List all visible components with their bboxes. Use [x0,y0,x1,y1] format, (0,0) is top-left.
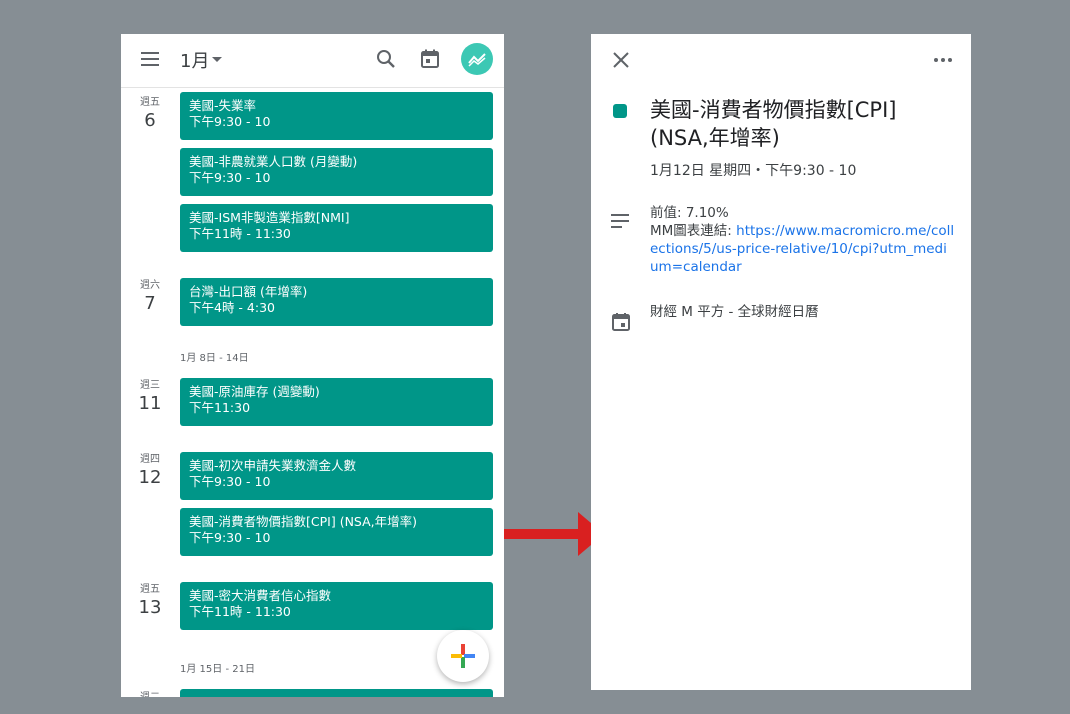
event-time: 下午4時 - 4:30 [189,300,275,315]
event-time: 下午9:30 - 10 [189,530,271,545]
calendar-name: 財經 M 平方 - 全球財經日曆 [650,304,819,320]
event-chip[interactable]: 美國-失業率 下午9:30 - 10 [180,92,493,140]
day-label: 週五 6 [129,93,171,131]
event-color-swatch [613,104,627,118]
day-of-week: 週五 [140,584,160,595]
day-of-week: 週二 [129,688,171,697]
search-icon[interactable] [374,47,398,71]
event-detail-datetime: 1月12日 星期四・下午9:30 - 10 [650,163,857,179]
event-chip[interactable]: 美國-非農就業人口數 (月變動) 下午9:30 - 10 [180,148,493,196]
event-time: 下午11:30 [189,400,251,415]
event-title: 美國-非農就業人口數 (月變動) [189,154,358,169]
event-detail-title: 美國-消費者物價指數[CPI] (NSA,年增率) [650,98,897,150]
day-number: 6 [144,110,156,131]
add-plus-icon [451,644,475,668]
event-time: 下午11時 - 11:30 [189,226,291,241]
event-chip[interactable]: 美國-密大消費者信心指數 下午11時 - 11:30 [180,582,493,630]
link-label: MM圖表連結: [650,223,737,239]
event-chip-selected[interactable]: 美國-消費者物價指數[CPI] (NSA,年增率) 下午9:30 - 10 [180,508,493,556]
calendar-today-icon[interactable] [418,47,442,71]
event-title: 美國-ISM非製造業指數[NMI] [189,210,350,225]
notes-icon [611,214,629,228]
event-title: 美國-消費者物價指數[CPI] (NSA,年增率) [189,514,417,529]
hamburger-icon[interactable] [141,52,159,66]
previous-value: 前值: 7.10% [650,205,729,221]
chevron-down-icon[interactable] [212,57,222,62]
chart-avatar-icon [468,53,486,67]
event-title: 美國-失業率 [189,98,257,113]
event-chip[interactable]: 美國-ISM非製造業指數[NMI] 下午11時 - 11:30 [180,204,493,252]
day-of-week: 週六 [140,280,160,291]
event-description: 前值: 7.10% MM圖表連結: https://www.macromicro… [650,204,955,276]
month-selector[interactable]: 1月 [180,47,209,73]
event-title: 台灣-出口額 (年增率) [189,284,308,299]
calendar-icon [612,313,630,331]
event-chip[interactable]: 美國-初次申請失業救濟金人數 下午9:30 - 10 [180,452,493,500]
day-of-week: 週四 [140,454,160,465]
day-label: 週三 11 [129,376,171,414]
red-arrow-icon [504,512,604,556]
event-time: 下午9:30 - 10 [189,170,271,185]
close-icon[interactable] [611,50,631,70]
agenda-list[interactable]: 週五 6 週六 7 週三 11 週四 12 週五 13 週二 1月 8日 - 1… [121,88,504,697]
day-number: 13 [138,597,162,618]
create-event-fab[interactable] [437,630,489,682]
event-time: 下午9:30 - 10 [189,474,271,489]
event-title: 美國-初次申請失業救濟金人數 [189,458,357,473]
top-app-bar: 1月 [121,34,504,88]
event-detail-panel: 美國-消費者物價指數[CPI] (NSA,年增率) 1月12日 星期四・下午9:… [591,34,971,690]
day-number: 12 [138,467,162,488]
more-horizontal-icon[interactable] [931,50,955,70]
event-chip[interactable]: 美國-原油庫存 (週變動) 下午11:30 [180,378,493,426]
week-header: 1月 8日 - 14日 [180,353,249,364]
day-label: 週二 [129,688,171,697]
day-label: 週五 13 [129,580,171,618]
day-of-week: 週五 [140,97,160,108]
week-header: 1月 15日 - 21日 [180,664,255,675]
event-chip[interactable]: 台灣-出口額 (年增率) 下午4時 - 4:30 [180,278,493,326]
event-time: 下午9:30 - 10 [189,114,271,129]
event-chip[interactable] [180,689,493,697]
day-label: 週四 12 [129,450,171,488]
chart-link-row: MM圖表連結: https://www.macromicro.me/collec… [650,222,955,276]
agenda-panel: 1月 週五 6 週六 7 週三 11 週四 12 週五 13 1月 8日 - 1… [121,34,504,697]
avatar[interactable] [461,43,493,75]
event-time: 下午11時 - 11:30 [189,604,291,619]
event-title: 美國-原油庫存 (週變動) [189,384,320,399]
day-number: 7 [144,293,156,314]
event-title: 美國-密大消費者信心指數 [189,588,332,603]
day-number: 11 [138,393,162,414]
day-of-week: 週三 [140,380,160,391]
day-label: 週六 7 [129,276,171,314]
